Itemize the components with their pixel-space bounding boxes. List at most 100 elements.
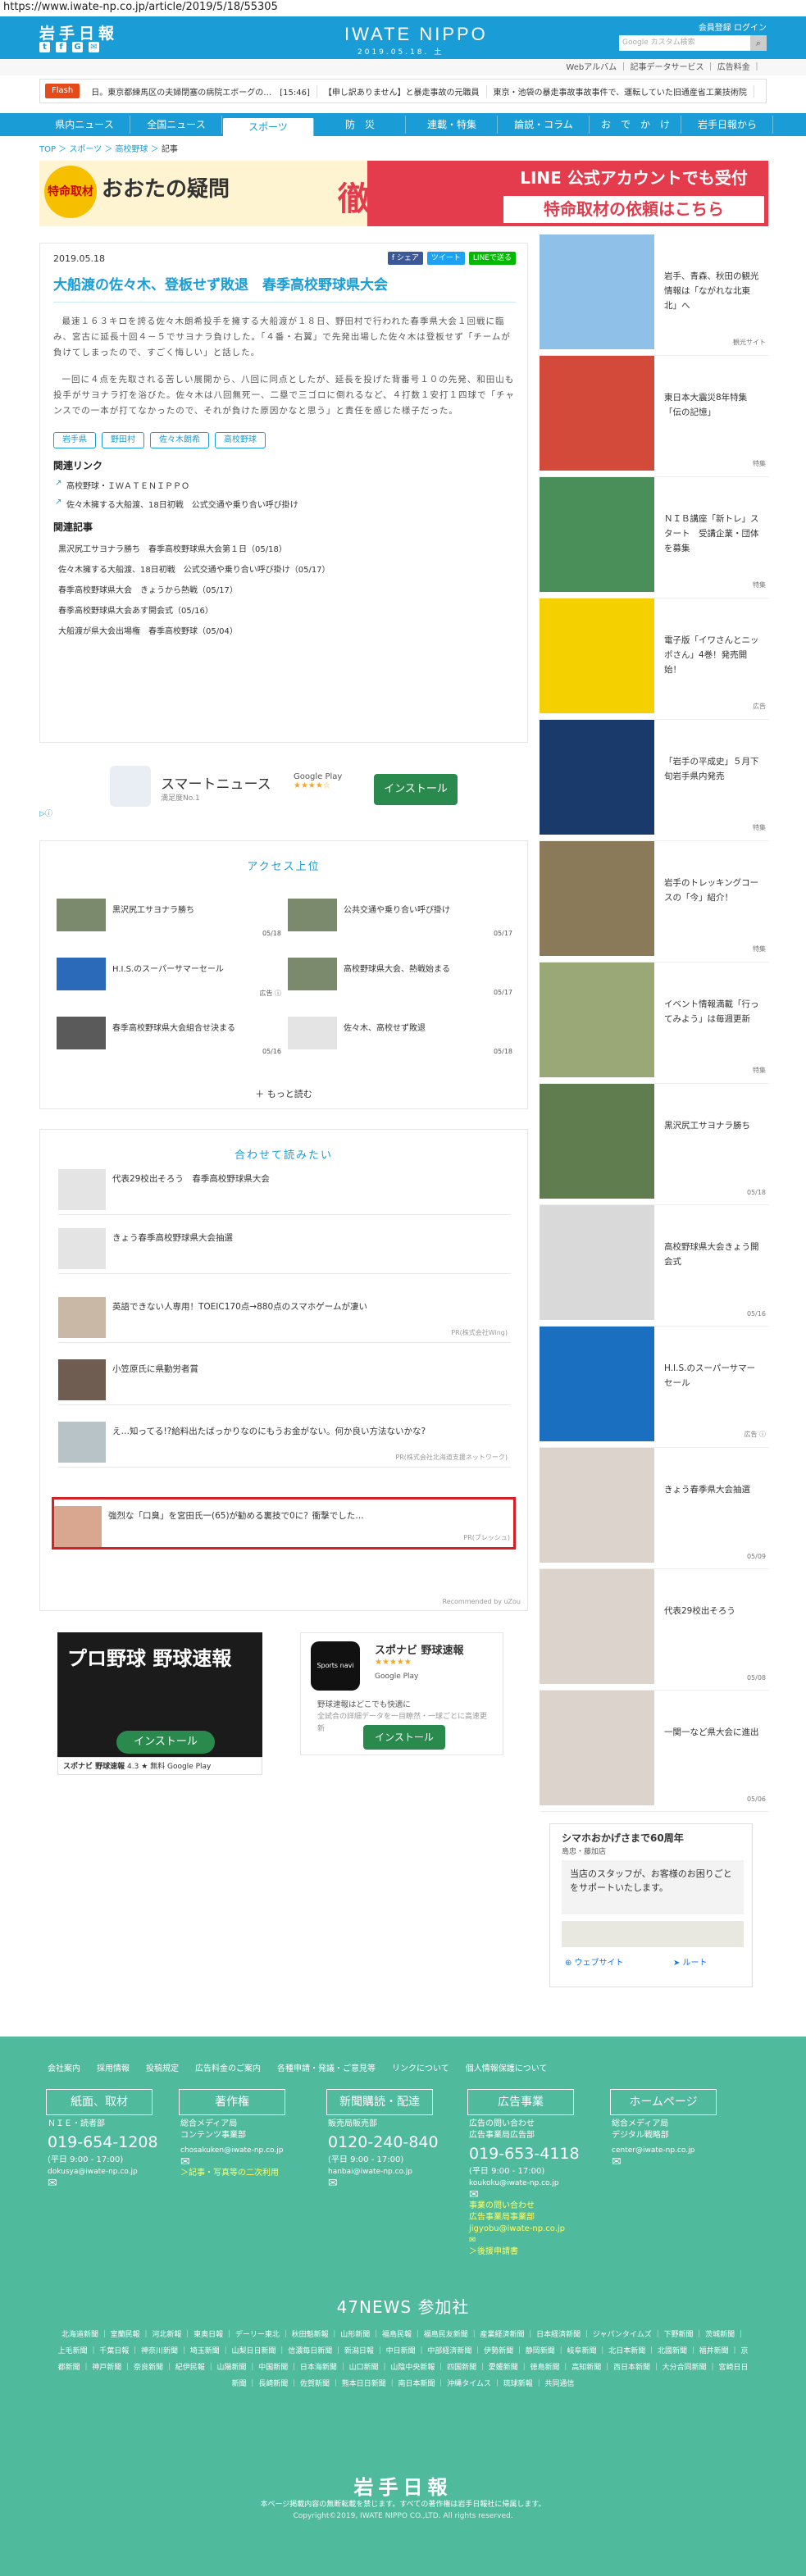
sidebar-card-image xyxy=(540,477,654,592)
related-link[interactable]: 佐々木擁する大船渡、18日初戦 公式交通や乗り合い呼び掛け xyxy=(53,498,516,510)
flash-item[interactable]: 東京・池袋の暴走事故事故事件で、運転していた旧通産省工業技術院 xyxy=(487,84,754,98)
site-logo[interactable]: 岩手日報 xyxy=(39,21,118,43)
smartnews-ad[interactable]: スマートニュース 満足度No.1 Google Play ★★★★☆ インストール… xyxy=(39,756,528,818)
sidebar-card[interactable]: 東日本大震災8年特集「伝の記憶」 特集 xyxy=(540,356,769,477)
google-icon[interactable]: G xyxy=(72,42,83,52)
ranking-item[interactable]: 佐々木、高校せず敗退 05/18 xyxy=(288,1017,517,1058)
facebook-share-button[interactable]: f シェア xyxy=(387,252,423,265)
tweet-button[interactable]: ツイート xyxy=(426,252,465,265)
nav-prefecture-news[interactable]: 県内ニュース xyxy=(39,116,130,134)
ranking-item[interactable]: 黒沢尻工サヨナラ勝ち 05/18 xyxy=(57,899,286,940)
related-article[interactable]: 佐々木擁する大船渡、18日初戦 公式交通や乗り合い呼び掛け（05/17） xyxy=(53,562,516,575)
email-address[interactable]: chosakuken@iwate-np.co.jp xyxy=(180,2145,312,2156)
sponavi-banner-footer[interactable]: スポナビ 野球速報 4.3 ★ 無料 Google Play xyxy=(57,1757,262,1775)
brand-title[interactable]: IWATE NIPPO xyxy=(344,24,488,45)
adchoices-icon[interactable]: ▷ⓘ xyxy=(39,808,52,818)
reco-item[interactable]: え…知ってる!?給料出たばっかりなのにもうお金がない。何か良い方法ないかな? PR… xyxy=(58,1415,511,1468)
tokumei-banner[interactable]: 特命取材 おおたの疑問 徹底解明 LINE 公式アカウントでも受付 特命取材の依… xyxy=(39,161,768,226)
sidebar-card[interactable]: 岩手、青森、秋田の観光情報は「ながれな北東北」へ 観光サイト xyxy=(540,234,769,356)
line-share-button[interactable]: LINEで送る xyxy=(468,252,516,265)
read-more-link[interactable]: ＋ もっと読む xyxy=(40,1087,527,1100)
nav-sports[interactable]: スポーツ xyxy=(223,118,314,136)
footer-note-link[interactable]: 事業の問い合わせ 広告事業局事業部 jigyobu@iwate-np.co.jp… xyxy=(469,2201,600,2258)
tag[interactable]: 野田村 xyxy=(102,432,144,448)
ranking-item[interactable]: 春季高校野球県大会組合せ決まる 05/16 xyxy=(57,1017,286,1058)
sidebar-card[interactable]: 高校野球県大会きょう開会式 05/16 xyxy=(540,1205,769,1327)
related-article[interactable]: 春季高校野球県大会 きょうから熱戦（05/17） xyxy=(53,583,516,595)
flash-item[interactable]: 【申し訳ありません】と暴走事故の元職員 xyxy=(317,84,487,98)
website-button[interactable]: ⊕ ウェブサイト xyxy=(565,1955,624,1968)
mail-icon[interactable]: ✉ xyxy=(469,2189,600,2201)
nav-series[interactable]: 連載・特集 xyxy=(407,116,498,134)
tag[interactable]: 佐々木朗希 xyxy=(150,432,209,448)
sidebar-card[interactable]: イベント情報満載「行ってみよう」は毎週更新 特集 xyxy=(540,963,769,1084)
reco-item-highlighted[interactable]: 強烈な「口臭」を宮田氏一(65)が勧める裏技で0に？衝撃でした… PR(ブレッシュ… xyxy=(52,1497,516,1550)
email-address[interactable]: hanbai@iwate-np.co.jp xyxy=(328,2166,459,2178)
store-map-ad[interactable]: シマホおかげさまで60周年 島忠・藤加店 当店のスタッフが、お客様のお困りごとを… xyxy=(549,1823,753,1987)
nav-disaster[interactable]: 防 災 xyxy=(315,116,406,134)
ranking-item[interactable]: 公共交通や乗り合い呼び掛け 05/17 xyxy=(288,899,517,940)
footer-link[interactable]: 個人情報保護について xyxy=(466,2061,548,2073)
sidebar-card[interactable]: 岩手のトレッキングコースの「今」紹介！ 特集 xyxy=(540,841,769,963)
sponavi-banner-ad[interactable]: プロ野球 野球速報 インストール xyxy=(57,1632,262,1757)
sidebar-card[interactable]: 一関一など県大会に進出 05/06 xyxy=(540,1691,769,1812)
footer-link[interactable]: 採用情報 xyxy=(97,2061,130,2073)
47news-members[interactable]: 北海道新聞 ｜ 室蘭民報 ｜ 河北新報 ｜ 東奥日報 ｜ デーリー東北 ｜ 秋田… xyxy=(57,2327,749,2392)
search-icon[interactable]: ⌕ xyxy=(750,35,767,51)
sponavi-card-ad[interactable]: Sports navi スポナビ 野球速報 ★★★★★ Google Play … xyxy=(300,1632,503,1755)
recommended-by[interactable]: Recommended by uZou xyxy=(443,1598,521,1605)
sidebar-card[interactable]: きょう春季県大会抽選 05/09 xyxy=(540,1448,769,1569)
search-input[interactable]: Google カスタム検索 xyxy=(619,35,750,51)
email-address[interactable]: center@iwate-np.co.jp xyxy=(612,2145,743,2156)
sidebar-card[interactable]: 代表29校出そろう 05/08 xyxy=(540,1569,769,1691)
tag[interactable]: 高校野球 xyxy=(215,432,266,448)
flash-item[interactable]: 日。東京都練馬区の夫婦閉塞の病院エボーグの… [15:46] xyxy=(84,84,317,98)
contact-dept: 広告の問い合わせ 広告事業局広告部 xyxy=(469,2119,535,2140)
mail-icon[interactable]: ✉ xyxy=(48,2178,179,2189)
account-links[interactable]: 会員登録 ログイン xyxy=(699,20,767,33)
footer-link[interactable]: 投稿規定 xyxy=(146,2061,179,2073)
mail-icon[interactable]: ✉ xyxy=(180,2156,312,2168)
email-address[interactable]: dokusya@iwate-np.co.jp xyxy=(48,2166,179,2178)
reco-item[interactable]: 英語できない人専用！TOEIC170点→880点のスマホゲームが凄い PR(株式会… xyxy=(58,1290,511,1343)
footer-link[interactable]: 各種申請・発議・ご意見等 xyxy=(277,2061,376,2073)
facebook-icon[interactable]: f xyxy=(56,42,66,52)
related-link[interactable]: 高校野球・ＩＷＡＴＥＮＩＰＰＯ xyxy=(53,479,516,491)
nav-national-news[interactable]: 全国ニュース xyxy=(131,116,222,134)
sidebar-card[interactable]: 「岩手の平成史」５月下旬岩手県内発売 特集 xyxy=(540,720,769,841)
crumb-top[interactable]: TOP xyxy=(39,145,56,154)
nav-from-nippo[interactable]: 岩手日報から xyxy=(682,116,773,134)
crumb-baseball[interactable]: 高校野球 xyxy=(116,145,148,154)
crumb-sports[interactable]: スポーツ xyxy=(69,145,102,154)
related-article[interactable]: 春季高校野球県大会あす開会式（05/16） xyxy=(53,603,516,616)
nav-outings[interactable]: お で か け xyxy=(590,116,681,134)
related-article[interactable]: 大船渡が県大会出場権 春季高校野球（05/04） xyxy=(53,624,516,636)
reco-item[interactable]: 小笠原氏に県勤労者賞 xyxy=(58,1353,511,1405)
reco-item[interactable]: 代表29校出そろう 春季高校野球県大会 xyxy=(58,1163,511,1215)
mail-icon[interactable]: ✉ xyxy=(89,42,99,52)
sidebar-card[interactable]: H.I.S.のスーパーサマーセール 広告 ⓘ xyxy=(540,1327,769,1448)
reco-item[interactable]: きょう春季高校野球県大会抽選 xyxy=(58,1222,511,1274)
install-button[interactable]: インストール xyxy=(363,1725,445,1750)
mail-icon[interactable]: ✉ xyxy=(612,2156,743,2168)
sidebar-card[interactable]: 黒沢尻工サヨナラ勝ち 05/18 xyxy=(540,1084,769,1205)
ranking-item[interactable]: 高校野球県大会、熱戦始まる 05/17 xyxy=(288,958,517,999)
install-button[interactable]: インストール xyxy=(116,1731,215,1754)
footer-link[interactable]: リンクについて xyxy=(392,2061,449,2073)
sub-links[interactable]: Webアルバム ｜ 記事データサービス ｜ 広告料金 ｜ xyxy=(0,59,806,75)
footer-note-link[interactable]: ＞記事・写真等の二次利用 xyxy=(180,2168,312,2179)
tag[interactable]: 岩手県 xyxy=(53,432,96,448)
twitter-icon[interactable]: t xyxy=(39,42,50,52)
ranking-item[interactable]: H.I.S.のスーパーサマーセール 広告 ⓘ xyxy=(57,958,286,999)
email-address[interactable]: koukoku@iwate-np.co.jp xyxy=(469,2178,600,2189)
mail-icon[interactable]: ✉ xyxy=(328,2178,459,2189)
nav-columns[interactable]: 論説・コラム xyxy=(499,116,590,134)
footer-link[interactable]: 広告料金のご案内 xyxy=(195,2061,261,2073)
install-button[interactable]: インストール xyxy=(374,774,458,805)
route-button[interactable]: ➤ ルート xyxy=(673,1955,708,1968)
sidebar-card[interactable]: ＮＩＢ講座「新トレ」スタート 受講企業・団体を募集 特集 xyxy=(540,477,769,598)
sidebar-card[interactable]: 電子版「イワさんとニッポさん」4巻！発売開始！ 広告 xyxy=(540,598,769,720)
related-article[interactable]: 黒沢尻工サヨナラ勝ち 春季高校野球県大会第１日（05/18） xyxy=(53,542,516,554)
address-bar-url[interactable]: https://www.iwate-np.co.jp/article/2019/… xyxy=(0,0,806,16)
footer-link[interactable]: 会社案内 xyxy=(48,2061,80,2073)
